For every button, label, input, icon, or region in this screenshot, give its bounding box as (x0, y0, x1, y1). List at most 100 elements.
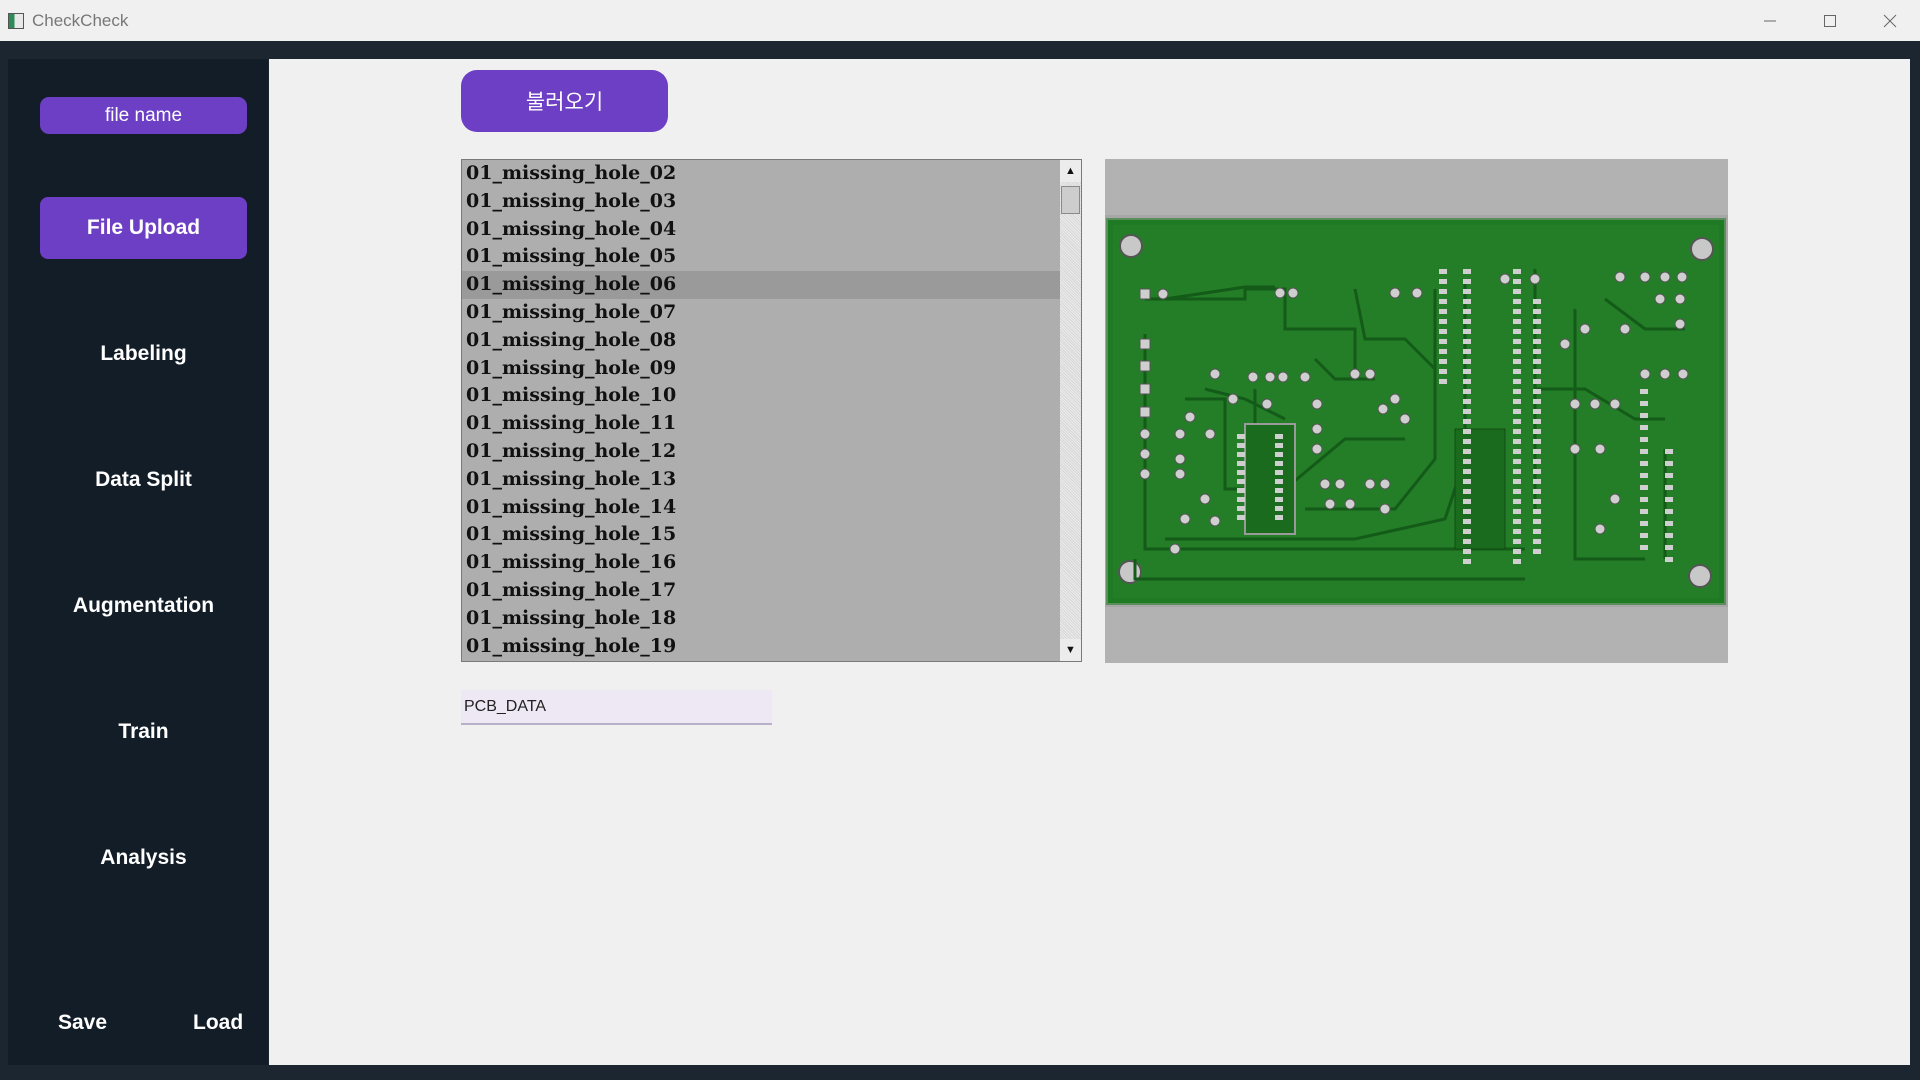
pcb-pin (1513, 289, 1521, 294)
pcb-pin (1533, 449, 1541, 454)
nav-file-upload[interactable]: File Upload (40, 197, 247, 259)
pcb-pin (1640, 413, 1648, 418)
window-title: CheckCheck (32, 10, 129, 30)
pcb-pin (1513, 469, 1521, 474)
pcb-pin (1533, 369, 1541, 374)
app-icon (8, 12, 24, 29)
save-button[interactable]: Save (58, 1011, 107, 1035)
pcb-pin (1513, 449, 1521, 454)
pcb-pin (1533, 309, 1541, 314)
pcb-pin (1463, 419, 1471, 424)
pcb-pin (1275, 497, 1283, 502)
file-list-item[interactable]: 01_missing_hole_14 (462, 494, 1060, 522)
pcb-pin (1463, 359, 1471, 364)
pcb-pin (1513, 539, 1521, 544)
pcb-pin (1439, 269, 1447, 274)
file-list-item[interactable]: 01_missing_hole_16 (462, 549, 1060, 577)
nav-augmentation[interactable]: Augmentation (40, 575, 247, 637)
pcb-pin (1463, 369, 1471, 374)
close-icon (1883, 14, 1897, 27)
file-list-scrollbar[interactable]: ▲ ▼ (1060, 160, 1081, 661)
pcb-pin (1665, 485, 1673, 490)
file-list-item[interactable]: 01_missing_hole_11 (462, 410, 1060, 438)
file-list-item[interactable]: 01_missing_hole_09 (462, 355, 1060, 383)
nav-data-split[interactable]: Data Split (40, 449, 247, 511)
scroll-down-arrow-icon[interactable]: ▼ (1060, 639, 1081, 661)
import-button[interactable]: 불러오기 (461, 70, 668, 132)
nav-analysis[interactable]: Analysis (40, 827, 247, 889)
pcb-pin (1533, 499, 1541, 504)
pcb-pin (1533, 429, 1541, 434)
pcb-pin (1463, 389, 1471, 394)
pcb-pin (1513, 309, 1521, 314)
pcb-pin (1640, 437, 1648, 442)
file-list-item[interactable]: 01_missing_hole_10 (462, 382, 1060, 410)
pcb-pin (1275, 461, 1283, 466)
pcb-pin (1640, 389, 1648, 394)
pcb-pin (1640, 473, 1648, 478)
pcb-pin (1463, 449, 1471, 454)
dataset-name-field[interactable] (461, 690, 772, 725)
file-list-item[interactable]: 01_missing_hole_02 (462, 160, 1060, 188)
nav-labeling[interactable]: Labeling (40, 323, 247, 385)
window-controls (1740, 0, 1920, 41)
close-button[interactable] (1860, 0, 1920, 41)
pcb-pin (1439, 279, 1447, 284)
file-list-item[interactable]: 01_missing_hole_04 (462, 216, 1060, 244)
pcb-pin (1513, 399, 1521, 404)
pcb-pin (1463, 499, 1471, 504)
pcb-pin (1513, 389, 1521, 394)
pcb-pin (1463, 539, 1471, 544)
pcb-pin (1463, 409, 1471, 414)
pcb-pin (1513, 439, 1521, 444)
pcb-pin (1533, 359, 1541, 364)
pcb-pin (1513, 409, 1521, 414)
file-list-item[interactable]: 01_missing_hole_19 (462, 633, 1060, 661)
pcb-pin (1513, 519, 1521, 524)
pcb-pin (1463, 439, 1471, 444)
nav-train[interactable]: Train (40, 701, 247, 763)
pcb-pin (1513, 379, 1521, 384)
pcb-pin (1665, 509, 1673, 514)
file-list-item[interactable]: 01_missing_hole_08 (462, 327, 1060, 355)
pcb-pin (1463, 559, 1471, 564)
pcb-pin (1237, 434, 1245, 439)
pcb-pin (1513, 359, 1521, 364)
pcb-pin (1640, 461, 1648, 466)
file-list-item[interactable]: 01_missing_hole_03 (462, 188, 1060, 216)
pcb-pin (1439, 379, 1447, 384)
pcb-pin (1463, 319, 1471, 324)
file-list-item[interactable]: 01_missing_hole_17 (462, 577, 1060, 605)
pcb-pin (1439, 369, 1447, 374)
file-list[interactable]: 01_missing_hole_02 01_missing_hole_03 01_m… (461, 159, 1082, 662)
maximize-button[interactable] (1800, 0, 1860, 41)
file-list-item[interactable]: 01_missing_hole_15 (462, 521, 1060, 549)
pcb-pin (1533, 389, 1541, 394)
scroll-up-arrow-icon[interactable]: ▲ (1060, 160, 1081, 182)
pcb-pin (1640, 401, 1648, 406)
pcb-pin (1237, 452, 1245, 457)
load-button[interactable]: Load (193, 1011, 243, 1035)
pcb-pin (1513, 459, 1521, 464)
title-bar: CheckCheck (0, 0, 1920, 41)
pcb-pin (1463, 479, 1471, 484)
minimize-button[interactable] (1740, 0, 1800, 41)
file-list-item[interactable]: 01_missing_hole_06 (462, 271, 1060, 299)
scroll-thumb[interactable] (1061, 186, 1080, 214)
minimize-icon (1764, 20, 1776, 21)
file-list-item[interactable]: 01_missing_hole_18 (462, 605, 1060, 633)
file-list-item[interactable]: 01_missing_hole_13 (462, 466, 1060, 494)
file-list-item[interactable]: 01_missing_hole_12 (462, 438, 1060, 466)
file-list-item[interactable]: 01_missing_hole_05 (462, 243, 1060, 271)
pcb-pin (1513, 429, 1521, 434)
pcb-pin (1463, 349, 1471, 354)
pcb-pin (1640, 497, 1648, 502)
pcb-pin (1237, 515, 1245, 520)
pcb-pin (1463, 509, 1471, 514)
pcb-pin (1533, 379, 1541, 384)
pcb-pin (1513, 369, 1521, 374)
pcb-pin (1275, 434, 1283, 439)
pcb-pin (1513, 339, 1521, 344)
file-list-item[interactable]: 01_missing_hole_07 (462, 299, 1060, 327)
pcb-pin (1533, 329, 1541, 334)
